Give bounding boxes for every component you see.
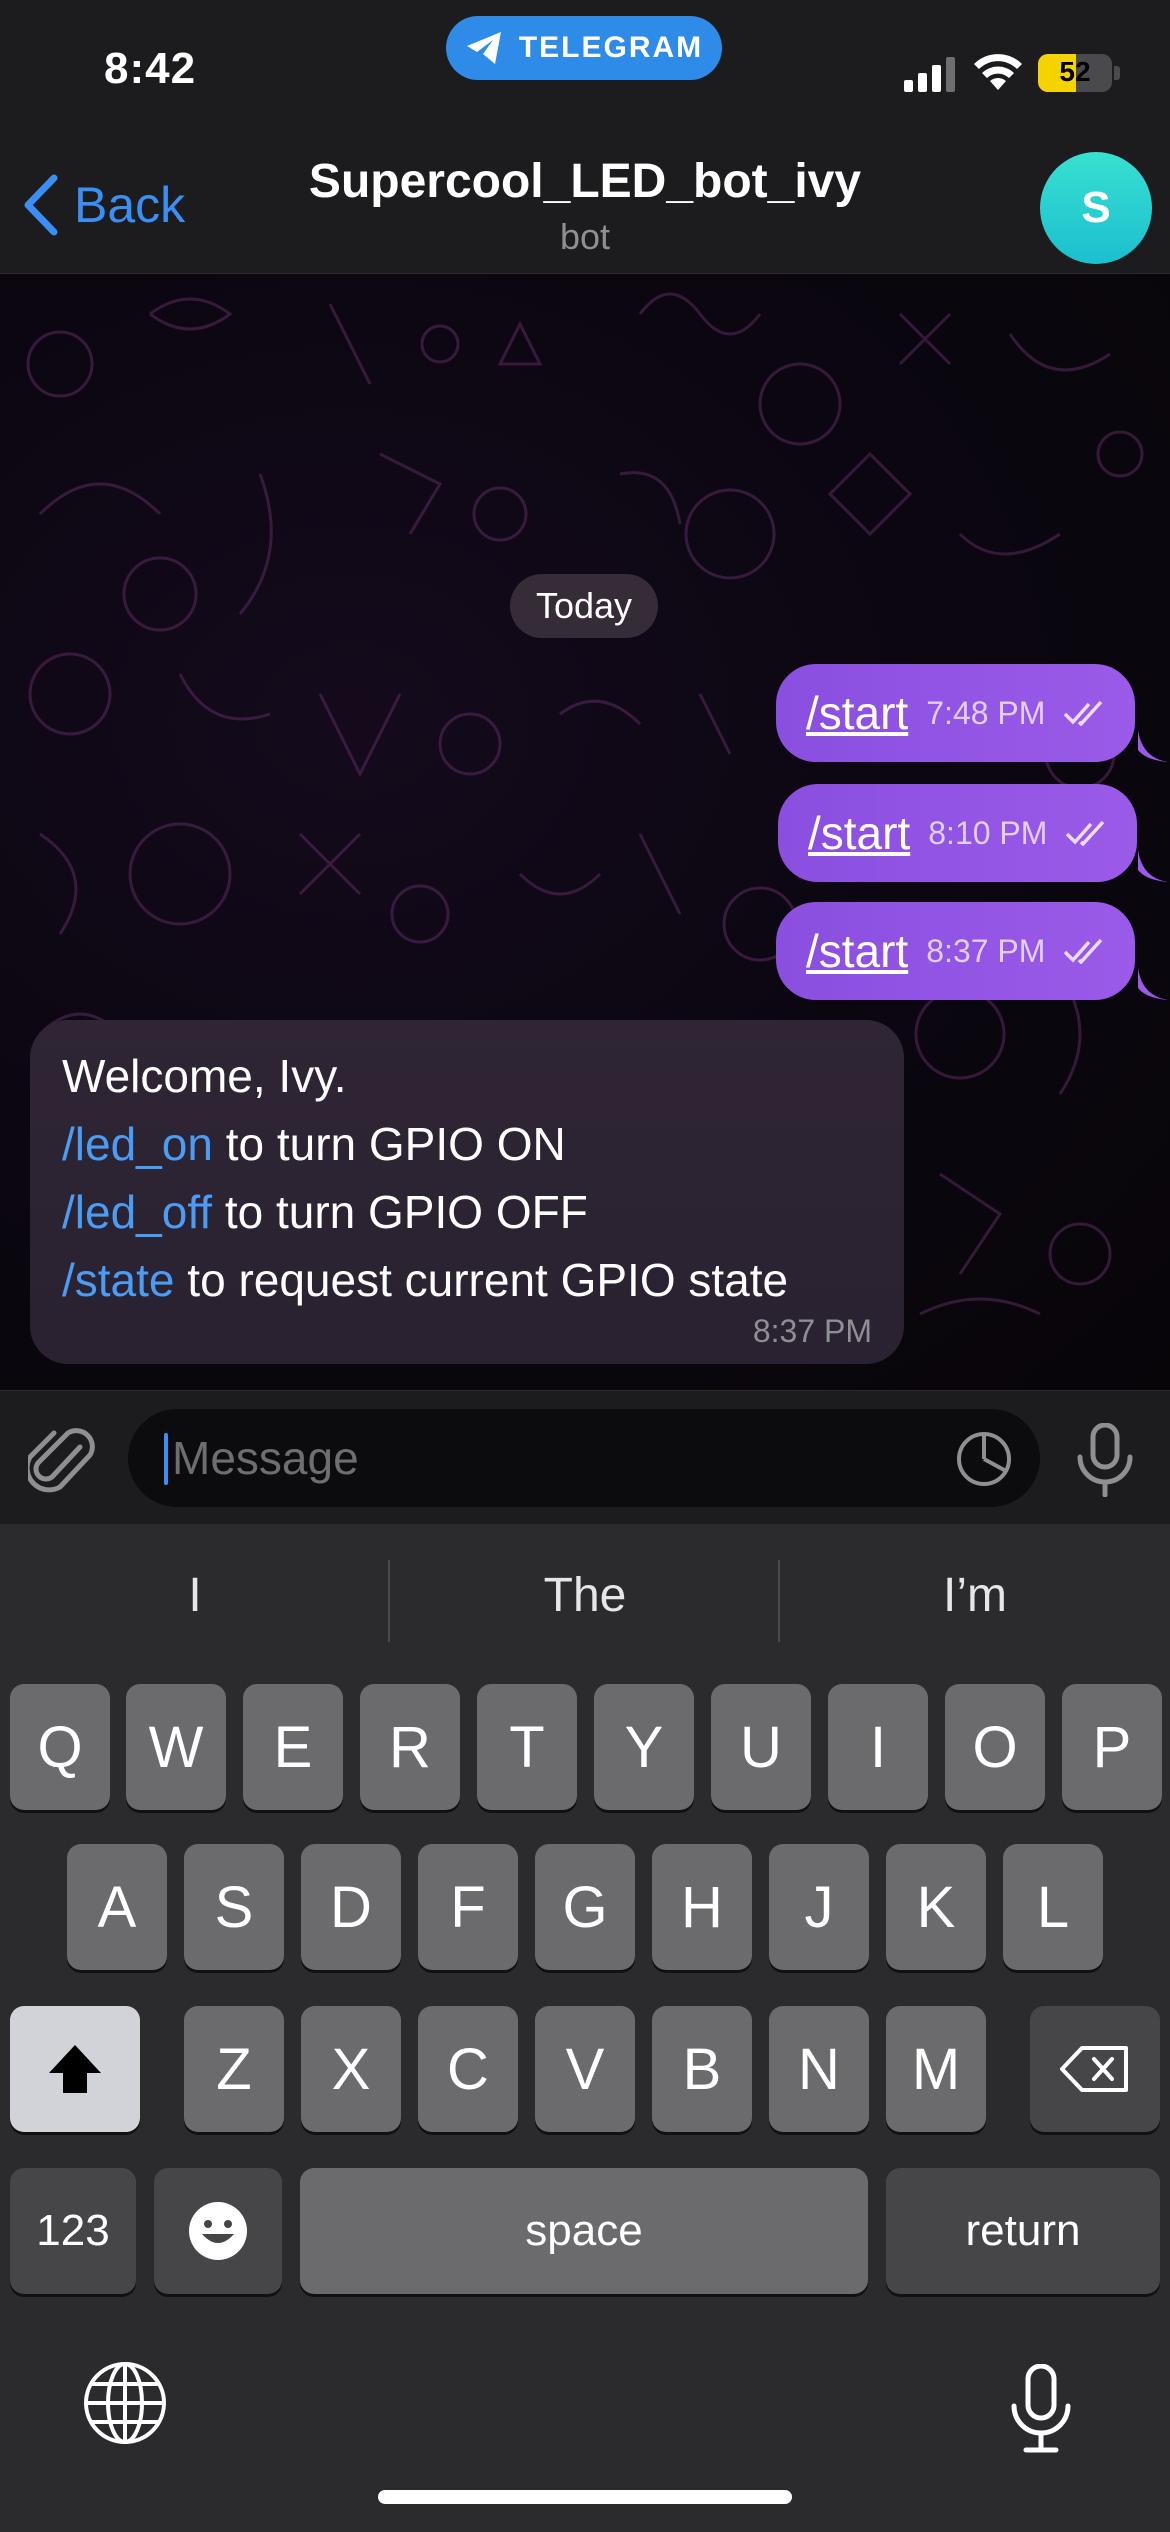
suggestion[interactable]: I’m xyxy=(780,1568,1170,1623)
telegram-return-pill[interactable]: TELEGRAM xyxy=(446,16,722,80)
outgoing-message[interactable]: /start 8:37 PM xyxy=(776,902,1136,1000)
key[interactable]: W xyxy=(126,1684,226,1810)
message-time: 7:48 PM xyxy=(926,694,1046,731)
command-link-led-on[interactable]: /led_on xyxy=(62,1118,213,1170)
sticker-icon[interactable] xyxy=(956,1431,1012,1487)
key[interactable]: E xyxy=(243,1684,343,1810)
message-command-link[interactable]: /start xyxy=(806,924,908,978)
avatar[interactable]: S xyxy=(1040,152,1152,264)
message-greeting: Welcome, Ivy. xyxy=(62,1050,347,1102)
globe-icon[interactable] xyxy=(82,2360,168,2446)
command-line: /led_on to turn GPIO ON xyxy=(62,1110,872,1178)
key[interactable]: U xyxy=(711,1684,811,1810)
key[interactable]: F xyxy=(418,1844,518,1970)
backspace-icon xyxy=(1060,2046,1128,2092)
bubble-tail xyxy=(1138,850,1168,882)
suggestion[interactable]: I xyxy=(0,1568,390,1623)
message-placeholder: Message xyxy=(172,1432,359,1484)
double-check-icon xyxy=(1066,820,1105,846)
chat-title[interactable]: Supercool_LED_bot_ivy xyxy=(0,154,1170,209)
key[interactable]: M xyxy=(886,2006,986,2132)
status-time: 8:42 xyxy=(104,44,197,93)
message-command-link[interactable]: /start xyxy=(806,686,908,740)
command-link-led-off[interactable]: /led_off xyxy=(62,1186,212,1238)
battery-tip xyxy=(1114,66,1120,80)
bubble-tail xyxy=(1138,730,1168,762)
outgoing-message[interactable]: /start 8:10 PM xyxy=(778,784,1138,882)
key[interactable]: H xyxy=(652,1844,752,1970)
paperclip-icon[interactable] xyxy=(28,1425,98,1499)
key[interactable]: D xyxy=(301,1844,401,1970)
microphone-icon[interactable] xyxy=(1074,1423,1136,1497)
shift-key[interactable] xyxy=(10,2006,140,2132)
shift-arrow-icon xyxy=(49,2045,101,2093)
home-indicator[interactable] xyxy=(378,2490,792,2504)
incoming-message[interactable]: Welcome, Ivy. /led_on to turn GPIO ON /l… xyxy=(30,1020,904,1364)
message-command-link[interactable]: /start xyxy=(808,806,910,860)
key[interactable]: T xyxy=(477,1684,577,1810)
predictive-bar: I The I’m xyxy=(0,1524,1170,1674)
numbers-key[interactable]: 123 xyxy=(10,2168,136,2294)
space-key[interactable]: space xyxy=(300,2168,868,2294)
message-input[interactable]: Message xyxy=(128,1409,1040,1507)
key[interactable]: Q xyxy=(10,1684,110,1810)
bubble-tail xyxy=(1138,968,1168,1000)
key[interactable]: A xyxy=(67,1844,167,1970)
wifi-icon xyxy=(974,54,1022,90)
command-description: to request current GPIO state xyxy=(174,1254,789,1306)
command-description: to turn GPIO ON xyxy=(212,1118,566,1170)
message-time: 8:10 PM xyxy=(928,814,1048,851)
battery-icon: 52 xyxy=(1038,54,1112,92)
key[interactable]: P xyxy=(1062,1684,1162,1810)
return-key[interactable]: return xyxy=(886,2168,1160,2294)
key[interactable]: S xyxy=(184,1844,284,1970)
message-time: 8:37 PM xyxy=(926,932,1046,969)
chat-area[interactable]: Today /start 7:48 PM /start 8:10 PM /sta… xyxy=(0,274,1170,1390)
keyboard: I The I’m Q W E R T Y U I O P A S D F G … xyxy=(0,1524,1170,2532)
key[interactable]: L xyxy=(1003,1844,1103,1970)
emoji-key[interactable] xyxy=(154,2168,282,2294)
outgoing-message[interactable]: /start 7:48 PM xyxy=(776,664,1136,762)
cellular-signal-icon xyxy=(904,57,955,92)
delete-key[interactable] xyxy=(1030,2006,1160,2132)
telegram-pill-label: TELEGRAM xyxy=(518,31,704,64)
date-separator: Today xyxy=(510,574,658,638)
text-caret xyxy=(164,1433,168,1485)
key[interactable]: K xyxy=(886,1844,986,1970)
key[interactable]: N xyxy=(769,2006,869,2132)
battery-level: 52 xyxy=(1059,56,1091,87)
key[interactable]: O xyxy=(945,1684,1045,1810)
chat-header: Back Supercool_LED_bot_ivy bot S xyxy=(0,140,1170,274)
suggestion[interactable]: The xyxy=(390,1568,780,1623)
key[interactable]: V xyxy=(535,2006,635,2132)
command-line: /state to request current GPIO state xyxy=(62,1246,872,1314)
telegram-icon xyxy=(466,32,501,64)
key[interactable]: I xyxy=(828,1684,928,1810)
message-composer: Message xyxy=(0,1390,1170,1524)
key[interactable]: X xyxy=(301,2006,401,2132)
command-link-state[interactable]: /state xyxy=(62,1254,175,1306)
key[interactable]: J xyxy=(769,1844,869,1970)
key[interactable]: B xyxy=(652,2006,752,2132)
command-line: /led_off to turn GPIO OFF xyxy=(62,1178,872,1246)
emoji-icon xyxy=(189,2202,247,2260)
key[interactable]: C xyxy=(418,2006,518,2132)
dictation-mic-icon[interactable] xyxy=(1010,2364,1072,2454)
key[interactable]: R xyxy=(360,1684,460,1810)
command-description: to turn GPIO OFF xyxy=(212,1186,588,1238)
double-check-icon xyxy=(1064,938,1103,964)
double-check-icon xyxy=(1064,700,1103,726)
status-bar: 8:42 TELEGRAM 52 xyxy=(0,0,1170,140)
key[interactable]: Y xyxy=(594,1684,694,1810)
key[interactable]: G xyxy=(535,1844,635,1970)
key[interactable]: Z xyxy=(184,2006,284,2132)
chat-subtitle: bot xyxy=(559,216,611,257)
message-time: 8:37 PM xyxy=(752,1313,872,1349)
